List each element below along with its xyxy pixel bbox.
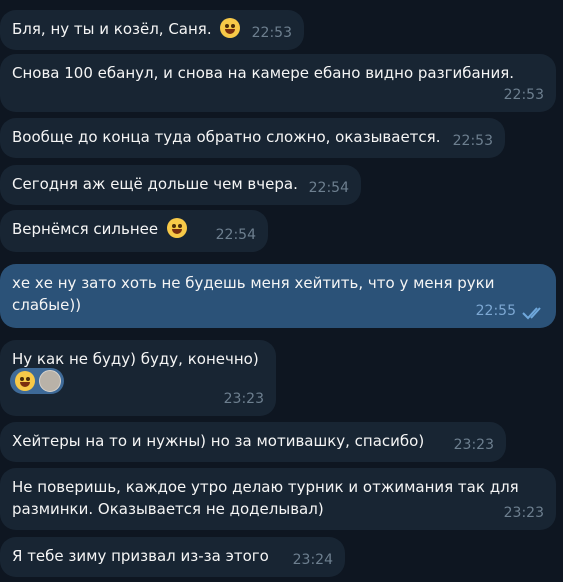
message-text: Хейтеры на то и нужны) но за мотивашку, … bbox=[12, 432, 425, 450]
message-text: Бля, ну ты и козёл, Саня. bbox=[12, 20, 212, 38]
message-text: Ну как не буду) буду, конечно) bbox=[12, 350, 259, 368]
message-text: хе хе ну зато хоть не будешь меня хейтит… bbox=[12, 274, 495, 314]
rofl-emoji-icon bbox=[220, 18, 241, 38]
message-bubble[interactable]: Вообще до конца туда обратно сложно, ока… bbox=[0, 118, 505, 158]
message-text: Сегодня аж ещё дольше чем вчера. bbox=[12, 175, 298, 193]
rofl-emoji-icon bbox=[166, 218, 187, 238]
message-text: Не поверишь, каждое утро делаю турник и … bbox=[12, 478, 519, 518]
message-bubble[interactable]: Не поверишь, каждое утро делаю турник и … bbox=[0, 468, 556, 530]
message-time: 22:54 bbox=[215, 227, 256, 243]
message-bubble[interactable]: Ну как не буду) буду, конечно) 23:23 bbox=[0, 340, 276, 416]
reaction-badge[interactable] bbox=[10, 368, 64, 394]
message-time: 23:24 bbox=[292, 552, 333, 568]
message-time: 23:23 bbox=[503, 505, 544, 521]
message-time: 22:53 bbox=[503, 87, 544, 103]
message-text: Вообще до конца туда обратно сложно, ока… bbox=[12, 128, 441, 146]
message-bubble[interactable]: Вернёмся сильнее 22:54 bbox=[0, 210, 268, 252]
message-time: 22:53 bbox=[251, 25, 292, 41]
message-time: 22:54 bbox=[308, 180, 349, 196]
message-bubble[interactable]: Бля, ну ты и козёл, Саня. 22:53 bbox=[0, 10, 304, 50]
message-bubble[interactable]: Хейтеры на то и нужны) но за мотивашку, … bbox=[0, 422, 506, 462]
message-bubble-outgoing[interactable]: хе хе ну зато хоть не будешь меня хейтит… bbox=[0, 264, 556, 328]
message-bubble[interactable]: Сегодня аж ещё дольше чем вчера. 22:54 bbox=[0, 165, 361, 205]
message-text: Снова 100 ебанул, и снова на камере ебан… bbox=[12, 64, 515, 82]
avatar bbox=[39, 370, 61, 392]
message-bubble[interactable]: Снова 100 ебанул, и снова на камере ебан… bbox=[0, 54, 556, 112]
message-time: 22:53 bbox=[452, 133, 493, 149]
double-check-icon bbox=[522, 307, 541, 320]
message-time: 23:23 bbox=[453, 437, 494, 453]
message-bubble[interactable]: Я тебе зиму призвал из-за этого 23:24 bbox=[0, 537, 345, 577]
message-text: Я тебе зиму призвал из-за этого bbox=[12, 547, 269, 565]
message-time: 23:23 bbox=[223, 391, 264, 407]
message-time: 22:55 bbox=[475, 303, 516, 319]
message-text: Вернёмся сильнее bbox=[12, 220, 159, 238]
grinning-face-icon bbox=[15, 371, 35, 391]
